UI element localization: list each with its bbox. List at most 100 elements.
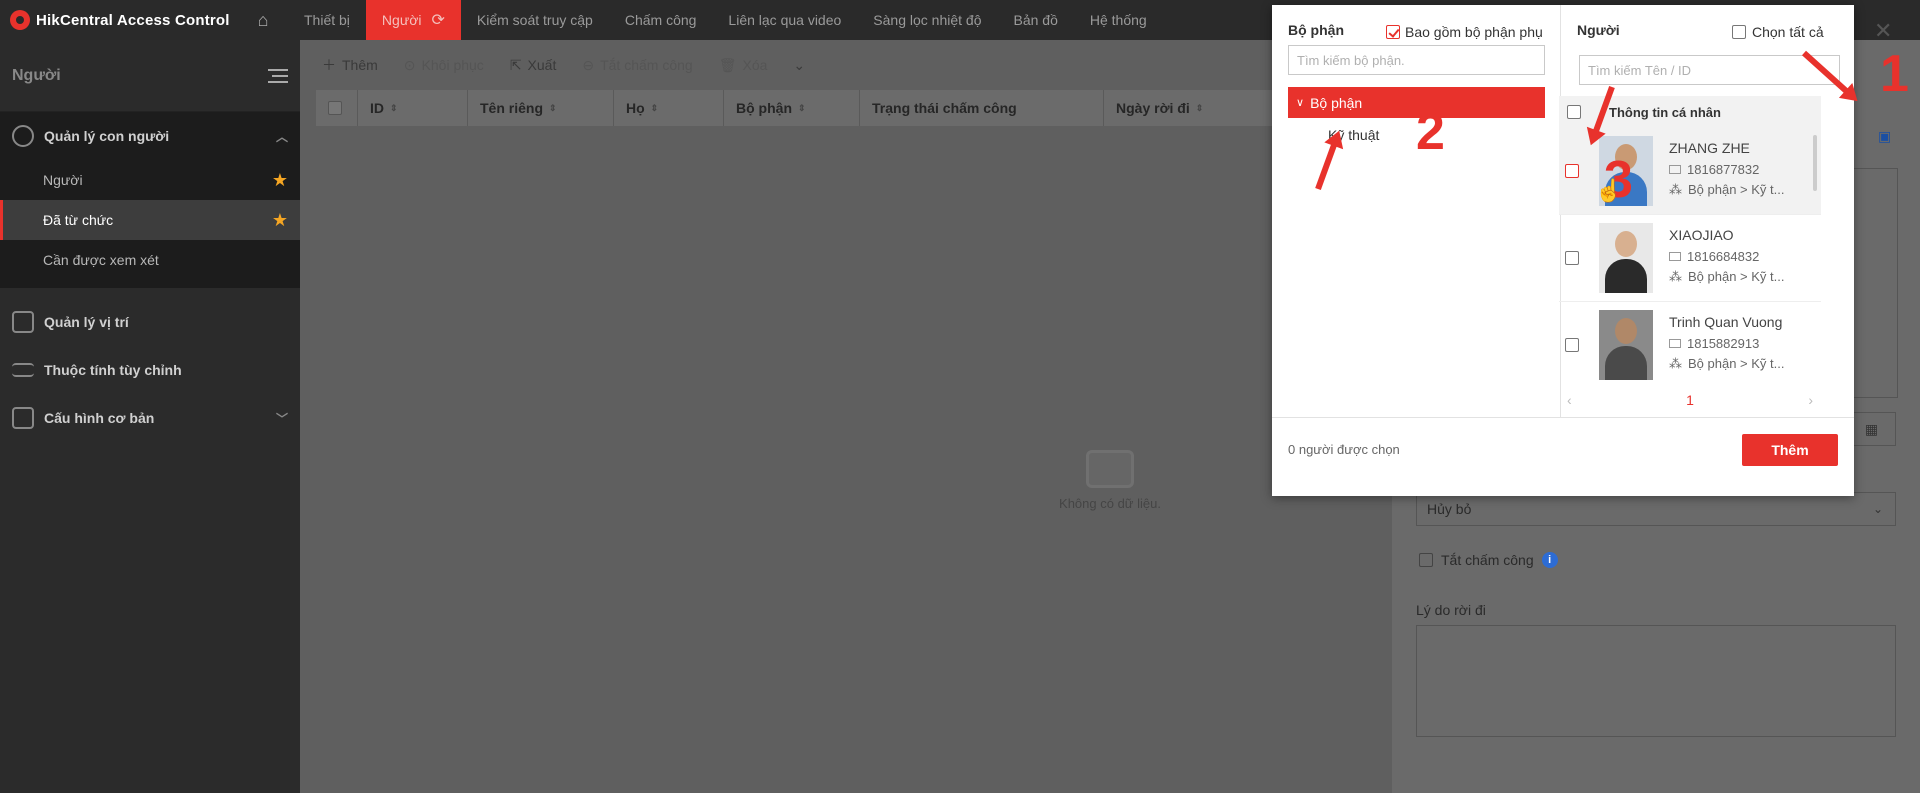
dialog-add-button[interactable]: Thêm [1742,434,1838,466]
card-icon [1669,338,1681,348]
chevron-up-icon: ︿ [275,129,288,144]
info-icon[interactable]: i [1541,552,1558,568]
person-id: 1816877832 [1687,161,1760,177]
attendance-off-label: Tắt chấm công [1441,552,1534,568]
prev-page-icon[interactable]: ‹ [1567,392,1572,408]
nav-map[interactable]: Bản đồ [998,0,1074,40]
nav-access-control[interactable]: Kiểm soát truy cập [461,0,609,40]
close-icon[interactable]: ✕ [1874,18,1892,44]
main-nav: Thiết bị Người ⟳ Kiểm soát truy cập Chấm … [288,0,1163,40]
restore-button[interactable]: ⊙ Khôi phục [404,57,484,74]
col-last-name[interactable]: Họ ⇕ [614,90,724,126]
col-header-label: Tên riêng [480,100,544,116]
person-dept: Bộ phận > Kỹ t... [1688,269,1785,284]
nav-person[interactable]: Người ⟳ [365,0,461,40]
pagination: ‹ 1 › [1559,390,1821,410]
person-name: Trinh Quan Vuong [1669,313,1783,330]
reason-textarea[interactable] [1416,625,1896,737]
col-header-label: Bộ phận [736,100,792,116]
attendance-off-button[interactable]: ⊖ Tắt chấm công [582,57,692,74]
delete-button[interactable]: 🗑 Xóa [719,57,768,74]
selected-count: 0 người được chọn [1288,442,1400,457]
people-search-input[interactable]: Tìm kiếm Tên / ID [1579,55,1840,85]
card-icon [1669,164,1681,174]
people-header-checkbox[interactable] [1567,105,1581,119]
person-info: Trinh Quan Vuong 1815882913 ⁂ Bộ phận > K… [1669,314,1784,377]
person-photo [1599,223,1653,293]
col-attendance-status[interactable]: Trạng thái chấm công [860,90,1104,126]
sidebar-item-review[interactable]: Cần được xem xét [0,240,300,280]
toolbar: ＋ Thêm ⊙ Khôi phục ⇱ Xuất ⊖ Tắt chấm công 🗑 X… [300,40,1392,90]
empty-text: Không có dữ liệu. [1059,496,1161,511]
minus-circle-icon: ⊖ [582,56,595,73]
attendance-off-checkbox[interactable] [1419,553,1433,567]
empty-state: Không có dữ liệu. [1040,450,1180,511]
select-person-icon[interactable]: ▣ [1878,128,1898,148]
person-info: ZHANG ZHE 1816877832 ⁂ Bộ phận > Kỹ t... [1669,140,1784,203]
person-dept-row: ⁂ Bộ phận > Kỹ t... [1669,356,1784,372]
hand-cursor-icon: ☝ [1595,178,1623,203]
sidebar-group-position[interactable]: Quản lý vị trí [0,298,300,346]
nav-video-intercom[interactable]: Liên lạc qua video [712,0,857,40]
person-id-row: 1816877832 [1669,162,1784,177]
person-checkbox[interactable] [1565,164,1579,178]
attendance-select[interactable]: Hủy bỏ ⌄ [1416,492,1896,526]
sidebar-group-basic-config[interactable]: Cấu hình cơ bản ﹀ [0,394,300,442]
star-icon[interactable]: ★ [272,210,288,231]
sliders-icon [12,363,34,377]
department-pane: Bộ phận Bao gồm bộ phận phụ Tìm kiếm bộ … [1272,5,1561,417]
col-department[interactable]: Bộ phận ⇕ [724,90,860,126]
person-id: 1816684832 [1687,248,1760,264]
col-header-label: Họ [626,100,645,116]
dialog-footer: 0 người được chọn Thêm [1272,417,1854,496]
sidebar-item-resigned[interactable]: Đã từ chức ★ [0,200,300,240]
person-name: ZHANG ZHE [1669,139,1750,156]
include-sub-dept-checkbox-row[interactable]: Bao gồm bộ phận phụ [1386,24,1543,40]
list-item[interactable]: Trinh Quan Vuong 1815882913 ⁂ Bộ phận > K… [1559,302,1821,386]
sidebar-group-people: Quản lý con người ︿ Người ★ Đã từ chức ★… [0,112,300,288]
include-sub-dept-checkbox[interactable] [1386,25,1400,39]
nav-devices[interactable]: Thiết bị [288,0,366,40]
sidebar-group-custom[interactable]: Thuộc tính tùy chỉnh [0,346,300,394]
main-content: ＋ Thêm ⊙ Khôi phục ⇱ Xuất ⊖ Tắt chấm công 🗑 X… [300,40,1392,793]
department-title: Bộ phận [1288,22,1344,38]
people-list-scrollbar[interactable] [1813,135,1817,191]
sidebar-item-label: Đã từ chức [43,212,114,228]
select-all-checkbox[interactable] [1732,25,1746,39]
collapse-menu-icon[interactable] [268,68,288,83]
calendar-icon[interactable]: ▦ [1848,412,1896,446]
sidebar-item-label: Cần được xem xét [43,252,159,268]
refresh-icon[interactable]: ⟳ [431,10,444,30]
header-checkbox[interactable] [328,101,342,115]
nav-system[interactable]: Hệ thống [1074,0,1163,40]
select-all-checkbox-row[interactable]: Chọn tất cả [1732,24,1824,40]
trash-icon: 🗑 [718,56,737,73]
export-button[interactable]: ⇱ Xuất [510,57,557,74]
home-icon[interactable]: ⌂ [238,0,288,40]
more-dropdown-icon[interactable]: ⌄ [793,57,805,74]
add-button[interactable]: ＋ Thêm [322,55,378,75]
person-checkbox[interactable] [1565,251,1579,265]
nav-temperature[interactable]: Sàng lọc nhiệt độ [857,0,997,40]
nav-attendance[interactable]: Chấm công [609,0,713,40]
person-checkbox[interactable] [1565,338,1579,352]
list-item[interactable]: XIAOJIAO 1816684832 ⁂ Bộ phận > Kỹ t... [1559,215,1821,302]
person-dept-row: ⁂ Bộ phận > Kỹ t... [1669,269,1784,285]
sidebar-group-label: Cấu hình cơ bản [44,410,155,426]
sidebar-item-person[interactable]: Người ★ [0,160,300,200]
col-id[interactable]: ID ⇕ [358,90,468,126]
nav-person-label: Người [381,12,422,28]
sidebar-group-people-header[interactable]: Quản lý con người ︿ [0,112,300,160]
annotation-number-2: 2 [1416,103,1445,161]
next-page-icon[interactable]: › [1808,392,1813,408]
select-all-checkbox-col[interactable] [316,90,358,126]
col-first-name[interactable]: Tên riêng ⇕ [468,90,614,126]
select-person-dialog: Bộ phận Bao gồm bộ phận phụ Tìm kiếm bộ … [1272,5,1854,496]
delete-label: Xóa [742,57,768,73]
sidebar-item-label: Người [43,172,83,188]
star-icon[interactable]: ★ [272,170,288,191]
department-search-input[interactable]: Tìm kiếm bộ phận. [1288,45,1545,75]
page-number[interactable]: 1 [1686,392,1694,408]
org-icon: ⁂ [1669,268,1682,284]
attendance-off-checkbox-row[interactable]: Tắt chấm công i [1419,552,1558,568]
